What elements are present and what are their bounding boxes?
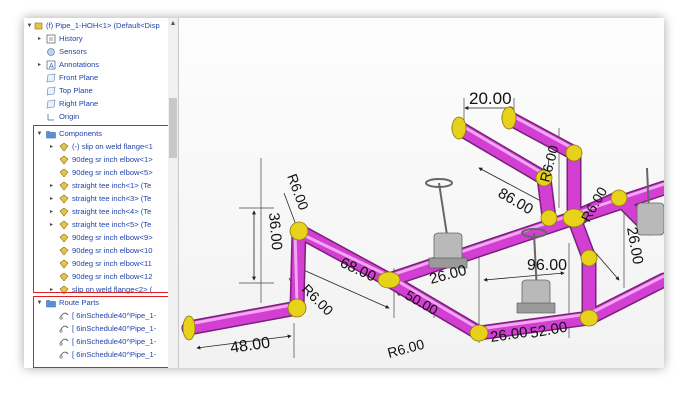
- sensor-icon: [47, 48, 55, 56]
- tree-item-top-plane[interactable]: Top Plane: [24, 85, 168, 97]
- assembly-icon: [34, 22, 43, 30]
- dim-label: 48.00: [229, 335, 271, 357]
- collapse-icon[interactable]: ▼: [26, 20, 33, 32]
- elbow-fitting: [580, 249, 598, 267]
- window: ▼ (f) Pipe_1-HOH<1> (Default<Disp ▸ Hist…: [24, 18, 664, 368]
- history-icon: [46, 34, 56, 44]
- flange-fitting: [182, 315, 196, 341]
- tree-item-front-plane[interactable]: Front Plane: [24, 72, 168, 84]
- tree-item-annotations[interactable]: ▸ A Annotations: [24, 59, 168, 71]
- svg-text:A: A: [49, 63, 54, 70]
- scroll-thumb[interactable]: [169, 98, 177, 158]
- dim-label: R6.00: [536, 143, 561, 183]
- dim-label: 96.00: [527, 257, 567, 274]
- tree-item-origin[interactable]: Origin: [24, 111, 168, 123]
- tee-fitting: [377, 271, 401, 289]
- dim-label: R6.00: [284, 172, 312, 213]
- feature-manager-tree: ▼ (f) Pipe_1-HOH<1> (Default<Disp ▸ Hist…: [24, 18, 169, 368]
- plane-icon: [46, 99, 56, 109]
- components-highlight: [33, 125, 168, 293]
- elbow-fitting: [565, 144, 583, 162]
- tree-scrollbar[interactable]: ▲: [168, 18, 179, 368]
- tee-fitting: [540, 209, 558, 227]
- pipe-assembly-drawing: 20.00 R6.00 R6.00 86.00 36.00 68.00 R6.0…: [181, 89, 664, 361]
- tree-item-right-plane[interactable]: Right Plane: [24, 98, 168, 110]
- tree-item-sensors[interactable]: Sensors: [24, 46, 168, 58]
- flange-fitting: [501, 106, 517, 130]
- expand-icon[interactable]: ▸: [36, 33, 43, 45]
- tree-item-history[interactable]: ▸ History: [24, 33, 168, 45]
- dim-label: R6.00: [386, 336, 426, 361]
- gate-valve: [425, 178, 468, 269]
- elbow-fitting: [469, 324, 489, 342]
- expand-icon[interactable]: ▸: [36, 59, 43, 71]
- route-parts-highlight: [33, 296, 168, 368]
- graphics-viewport[interactable]: 20.00 R6.00 R6.00 86.00 36.00 68.00 R6.0…: [179, 18, 664, 368]
- scroll-up-icon[interactable]: ▲: [169, 20, 177, 28]
- plane-icon: [46, 86, 56, 96]
- elbow-fitting: [610, 189, 628, 207]
- tree-root[interactable]: ▼ (f) Pipe_1-HOH<1> (Default<Disp: [24, 20, 168, 32]
- annotation-icon: A: [46, 60, 56, 70]
- dim-label: 20.00: [469, 89, 512, 108]
- plane-icon: [46, 73, 56, 83]
- elbow-fitting: [579, 309, 599, 327]
- elbow-fitting: [289, 221, 309, 241]
- dim-label: 36.00: [265, 212, 285, 251]
- elbow-fitting: [287, 298, 307, 318]
- dim-label: 86.00: [495, 185, 536, 218]
- origin-icon: [47, 114, 54, 121]
- flange-fitting: [451, 116, 467, 140]
